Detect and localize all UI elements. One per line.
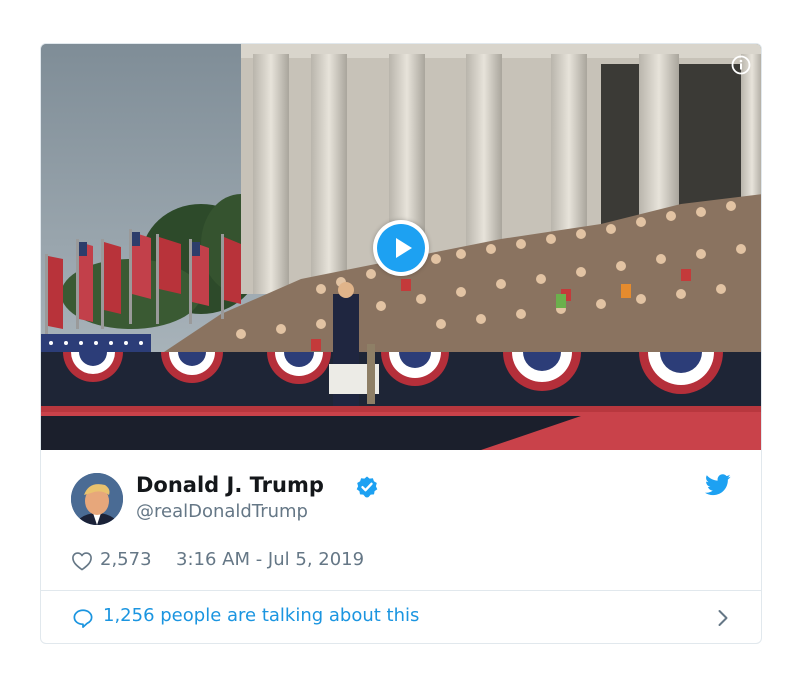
like-count[interactable]: 2,573 xyxy=(100,549,152,570)
heart-icon[interactable] xyxy=(71,551,93,571)
conversation-count[interactable]: 1,256 people are talking about this xyxy=(103,605,419,626)
play-button[interactable] xyxy=(373,220,429,276)
author-name[interactable]: Donald J. Trump xyxy=(136,473,324,497)
verified-badge-icon xyxy=(356,476,378,498)
chevron-right-icon[interactable] xyxy=(717,609,729,627)
info-icon[interactable] xyxy=(731,55,751,75)
play-icon xyxy=(396,238,412,258)
author-handle[interactable]: @realDonaldTrump xyxy=(136,501,308,522)
avatar-image xyxy=(71,473,123,525)
twitter-bird-icon[interactable] xyxy=(705,474,731,496)
avatar[interactable] xyxy=(71,473,123,525)
conversation-link[interactable]: 1,256 people are talking about this xyxy=(41,591,761,643)
speech-bubble-icon xyxy=(73,609,93,628)
video-thumbnail[interactable] xyxy=(41,44,761,450)
tweet-timestamp[interactable]: 3:16 AM - Jul 5, 2019 xyxy=(176,549,364,570)
tweet-author[interactable]: Donald J. Trump @realDonaldTrump xyxy=(71,473,731,527)
tweet-card[interactable]: Donald J. Trump @realDonaldTrump 2,573 3… xyxy=(40,43,762,644)
